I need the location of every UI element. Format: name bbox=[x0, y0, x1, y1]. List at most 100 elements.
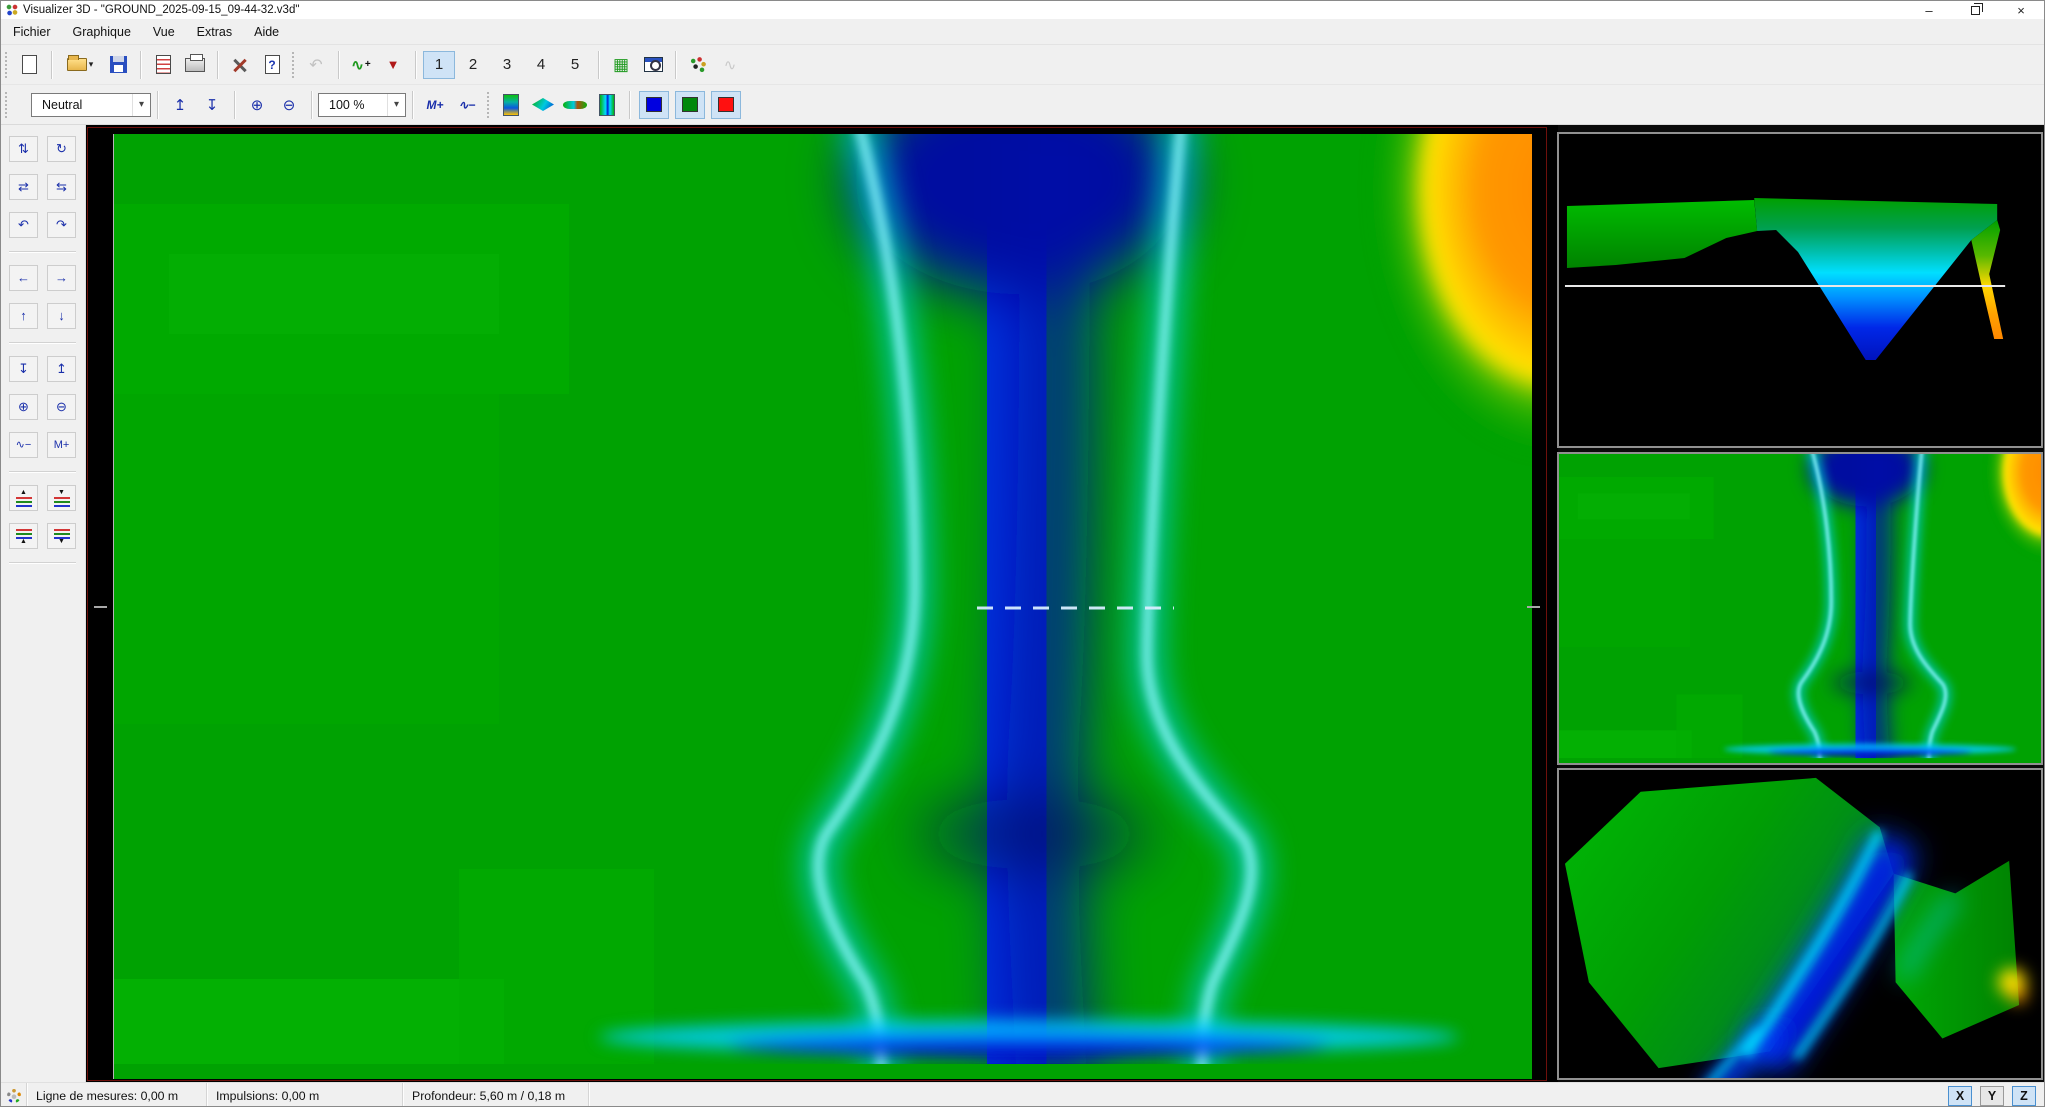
layers-lower-button[interactable]: ▼ bbox=[47, 485, 76, 511]
impulses-status: Impulsions: 0,00 m bbox=[207, 1083, 403, 1107]
signal-graph-button[interactable]: ∿ bbox=[715, 51, 745, 79]
topdown-panel[interactable] bbox=[1557, 452, 2043, 765]
signal-minus-button[interactable]: ∿− bbox=[9, 432, 38, 458]
roll-right-icon: ↷ bbox=[56, 219, 67, 231]
menu-graphique[interactable]: Graphique bbox=[63, 21, 141, 43]
rotate-clockwise-button[interactable]: ↻ bbox=[47, 136, 76, 162]
grid-view-button[interactable]: ▦ bbox=[606, 51, 636, 79]
marker-filter-button[interactable]: ▼ bbox=[378, 51, 408, 79]
toggle-green-button[interactable] bbox=[675, 91, 705, 119]
toolbar-grip[interactable] bbox=[486, 91, 491, 119]
rotate-right-button[interactable]: ⇆ bbox=[47, 174, 76, 200]
top-view-button[interactable] bbox=[592, 91, 622, 119]
chevron-down-icon[interactable]: ▾ bbox=[89, 59, 94, 70]
sidebar-separator bbox=[9, 342, 76, 343]
zoom-in-icon: ⊕ bbox=[251, 96, 264, 114]
new-document-button[interactable] bbox=[14, 51, 44, 79]
minimize-button[interactable]: – bbox=[1906, 1, 1952, 19]
view-page-2-button[interactable]: 2 bbox=[457, 51, 489, 79]
window-title: Visualizer 3D - "GROUND_2025-09-15_09-44… bbox=[23, 4, 299, 16]
profile-view-button[interactable] bbox=[560, 91, 590, 119]
toolbar-grip[interactable] bbox=[4, 91, 9, 119]
move-down-button[interactable]: ↓ bbox=[47, 303, 76, 329]
side-view-button[interactable] bbox=[496, 91, 526, 119]
roll-left-button[interactable]: ↶ bbox=[9, 212, 38, 238]
menu-extras[interactable]: Extras bbox=[187, 21, 242, 43]
minimize-icon: – bbox=[1925, 3, 1932, 18]
layers-raise-button[interactable]: ▲ bbox=[9, 485, 38, 511]
roll-right-button[interactable]: ↷ bbox=[47, 212, 76, 238]
align-bottom-icon: ↧ bbox=[206, 96, 219, 114]
scan-status-icon bbox=[7, 1089, 21, 1103]
rotate-left-button[interactable]: ⇄ bbox=[9, 174, 38, 200]
scan-window-button[interactable] bbox=[638, 51, 668, 79]
lower-bottom-button[interactable]: ↧ bbox=[197, 91, 227, 119]
open-file-button[interactable]: ▾ bbox=[59, 51, 101, 79]
titlebar: Visualizer 3D - "GROUND_2025-09-15_09-44… bbox=[1, 1, 2044, 19]
axis-x-button[interactable]: X bbox=[1948, 1086, 1972, 1106]
move-up-icon: ↑ bbox=[20, 310, 27, 322]
view-page-4-button[interactable]: 4 bbox=[525, 51, 557, 79]
app-window: Visualizer 3D - "GROUND_2025-09-15_09-44… bbox=[0, 0, 2045, 1107]
align-top-button[interactable]: ↥ bbox=[47, 356, 76, 382]
view-page-5-button[interactable]: 5 bbox=[559, 51, 591, 79]
main-scan-view[interactable] bbox=[113, 134, 1531, 1079]
signal-plus-button[interactable]: M+ bbox=[47, 432, 76, 458]
layers-expand-button[interactable]: ▲ bbox=[9, 523, 38, 549]
tool-sidebar: ⇅ ↻ ⇄ ⇆ ↶ ↷ ← → ↑ ↓ ↧ ↥ ⊕ ⊖ ∿− M+ ▲ ▼ bbox=[1, 125, 86, 1082]
color-preset-select[interactable]: Neutral ▾ bbox=[31, 93, 151, 117]
move-left-button[interactable]: ← bbox=[9, 265, 38, 291]
view-3d-button[interactable] bbox=[528, 91, 558, 119]
menu-fichier[interactable]: Fichier bbox=[3, 21, 61, 43]
print-preview-icon bbox=[156, 55, 171, 74]
restore-button[interactable] bbox=[1952, 1, 1998, 19]
chevron-down-icon: ▾ bbox=[132, 94, 150, 116]
toggle-blue-button[interactable] bbox=[639, 91, 669, 119]
rotate-tilt-button[interactable]: ⇅ bbox=[9, 136, 38, 162]
attenuate-signal-button[interactable]: ∿− bbox=[452, 91, 482, 119]
zoom-in-side-button[interactable]: ⊕ bbox=[9, 394, 38, 420]
view-page-3-button[interactable]: 3 bbox=[491, 51, 523, 79]
axis-z-button[interactable]: Z bbox=[2012, 1086, 2036, 1106]
help-button[interactable]: ? bbox=[257, 51, 287, 79]
toggle-red-button[interactable] bbox=[711, 91, 741, 119]
save-button[interactable] bbox=[103, 51, 133, 79]
view-page-1-button[interactable]: 1 bbox=[423, 51, 455, 79]
menu-vue[interactable]: Vue bbox=[143, 21, 185, 43]
close-button[interactable]: × bbox=[1998, 1, 2044, 19]
toolbar-grip[interactable] bbox=[291, 51, 296, 79]
profile-view bbox=[1559, 134, 2041, 446]
green-swatch-icon bbox=[682, 97, 698, 112]
zoom-out-button[interactable]: ⊖ bbox=[274, 91, 304, 119]
raise-top-button[interactable]: ↥ bbox=[165, 91, 195, 119]
print-preview-button[interactable] bbox=[148, 51, 178, 79]
axis-y-button[interactable]: Y bbox=[1980, 1086, 2004, 1106]
move-right-button[interactable]: → bbox=[47, 265, 76, 291]
save-icon bbox=[110, 56, 127, 73]
toolbar-main: ▾ ? ↶ ∿ + ▼ 1 2 3 4 5 ▦ ∿ bbox=[1, 45, 2044, 85]
profile-panel[interactable] bbox=[1557, 132, 2043, 448]
layer-bars-icon bbox=[16, 528, 32, 539]
depth-status: Profondeur: 5,60 m / 0,18 m bbox=[403, 1083, 589, 1107]
zoom-level-select[interactable]: 100 % ▾ bbox=[318, 93, 406, 117]
undo-button[interactable]: ↶ bbox=[301, 51, 331, 79]
toolbar-grip[interactable] bbox=[4, 51, 9, 79]
scatter-points-button[interactable] bbox=[683, 51, 713, 79]
perspective-panel[interactable] bbox=[1557, 768, 2043, 1080]
zoom-out-side-button[interactable]: ⊖ bbox=[47, 394, 76, 420]
print-button[interactable] bbox=[180, 51, 210, 79]
add-signal-button[interactable]: ∿ + bbox=[346, 51, 376, 79]
move-left-icon: ← bbox=[17, 272, 30, 284]
align-bottom-button[interactable]: ↧ bbox=[9, 356, 38, 382]
roll-left-icon: ↶ bbox=[18, 219, 29, 231]
zoom-in-button[interactable]: ⊕ bbox=[242, 91, 272, 119]
amplify-signal-button[interactable]: M+ bbox=[420, 91, 450, 119]
layers-compress-button[interactable]: ▼ bbox=[47, 523, 76, 549]
help-icon: ? bbox=[265, 55, 280, 74]
options-button[interactable] bbox=[225, 51, 255, 79]
separator bbox=[415, 51, 416, 79]
left-cursor-tick bbox=[94, 606, 107, 608]
move-up-button[interactable]: ↑ bbox=[9, 303, 38, 329]
menu-aide[interactable]: Aide bbox=[244, 21, 289, 43]
grid-icon: ▦ bbox=[613, 55, 629, 75]
